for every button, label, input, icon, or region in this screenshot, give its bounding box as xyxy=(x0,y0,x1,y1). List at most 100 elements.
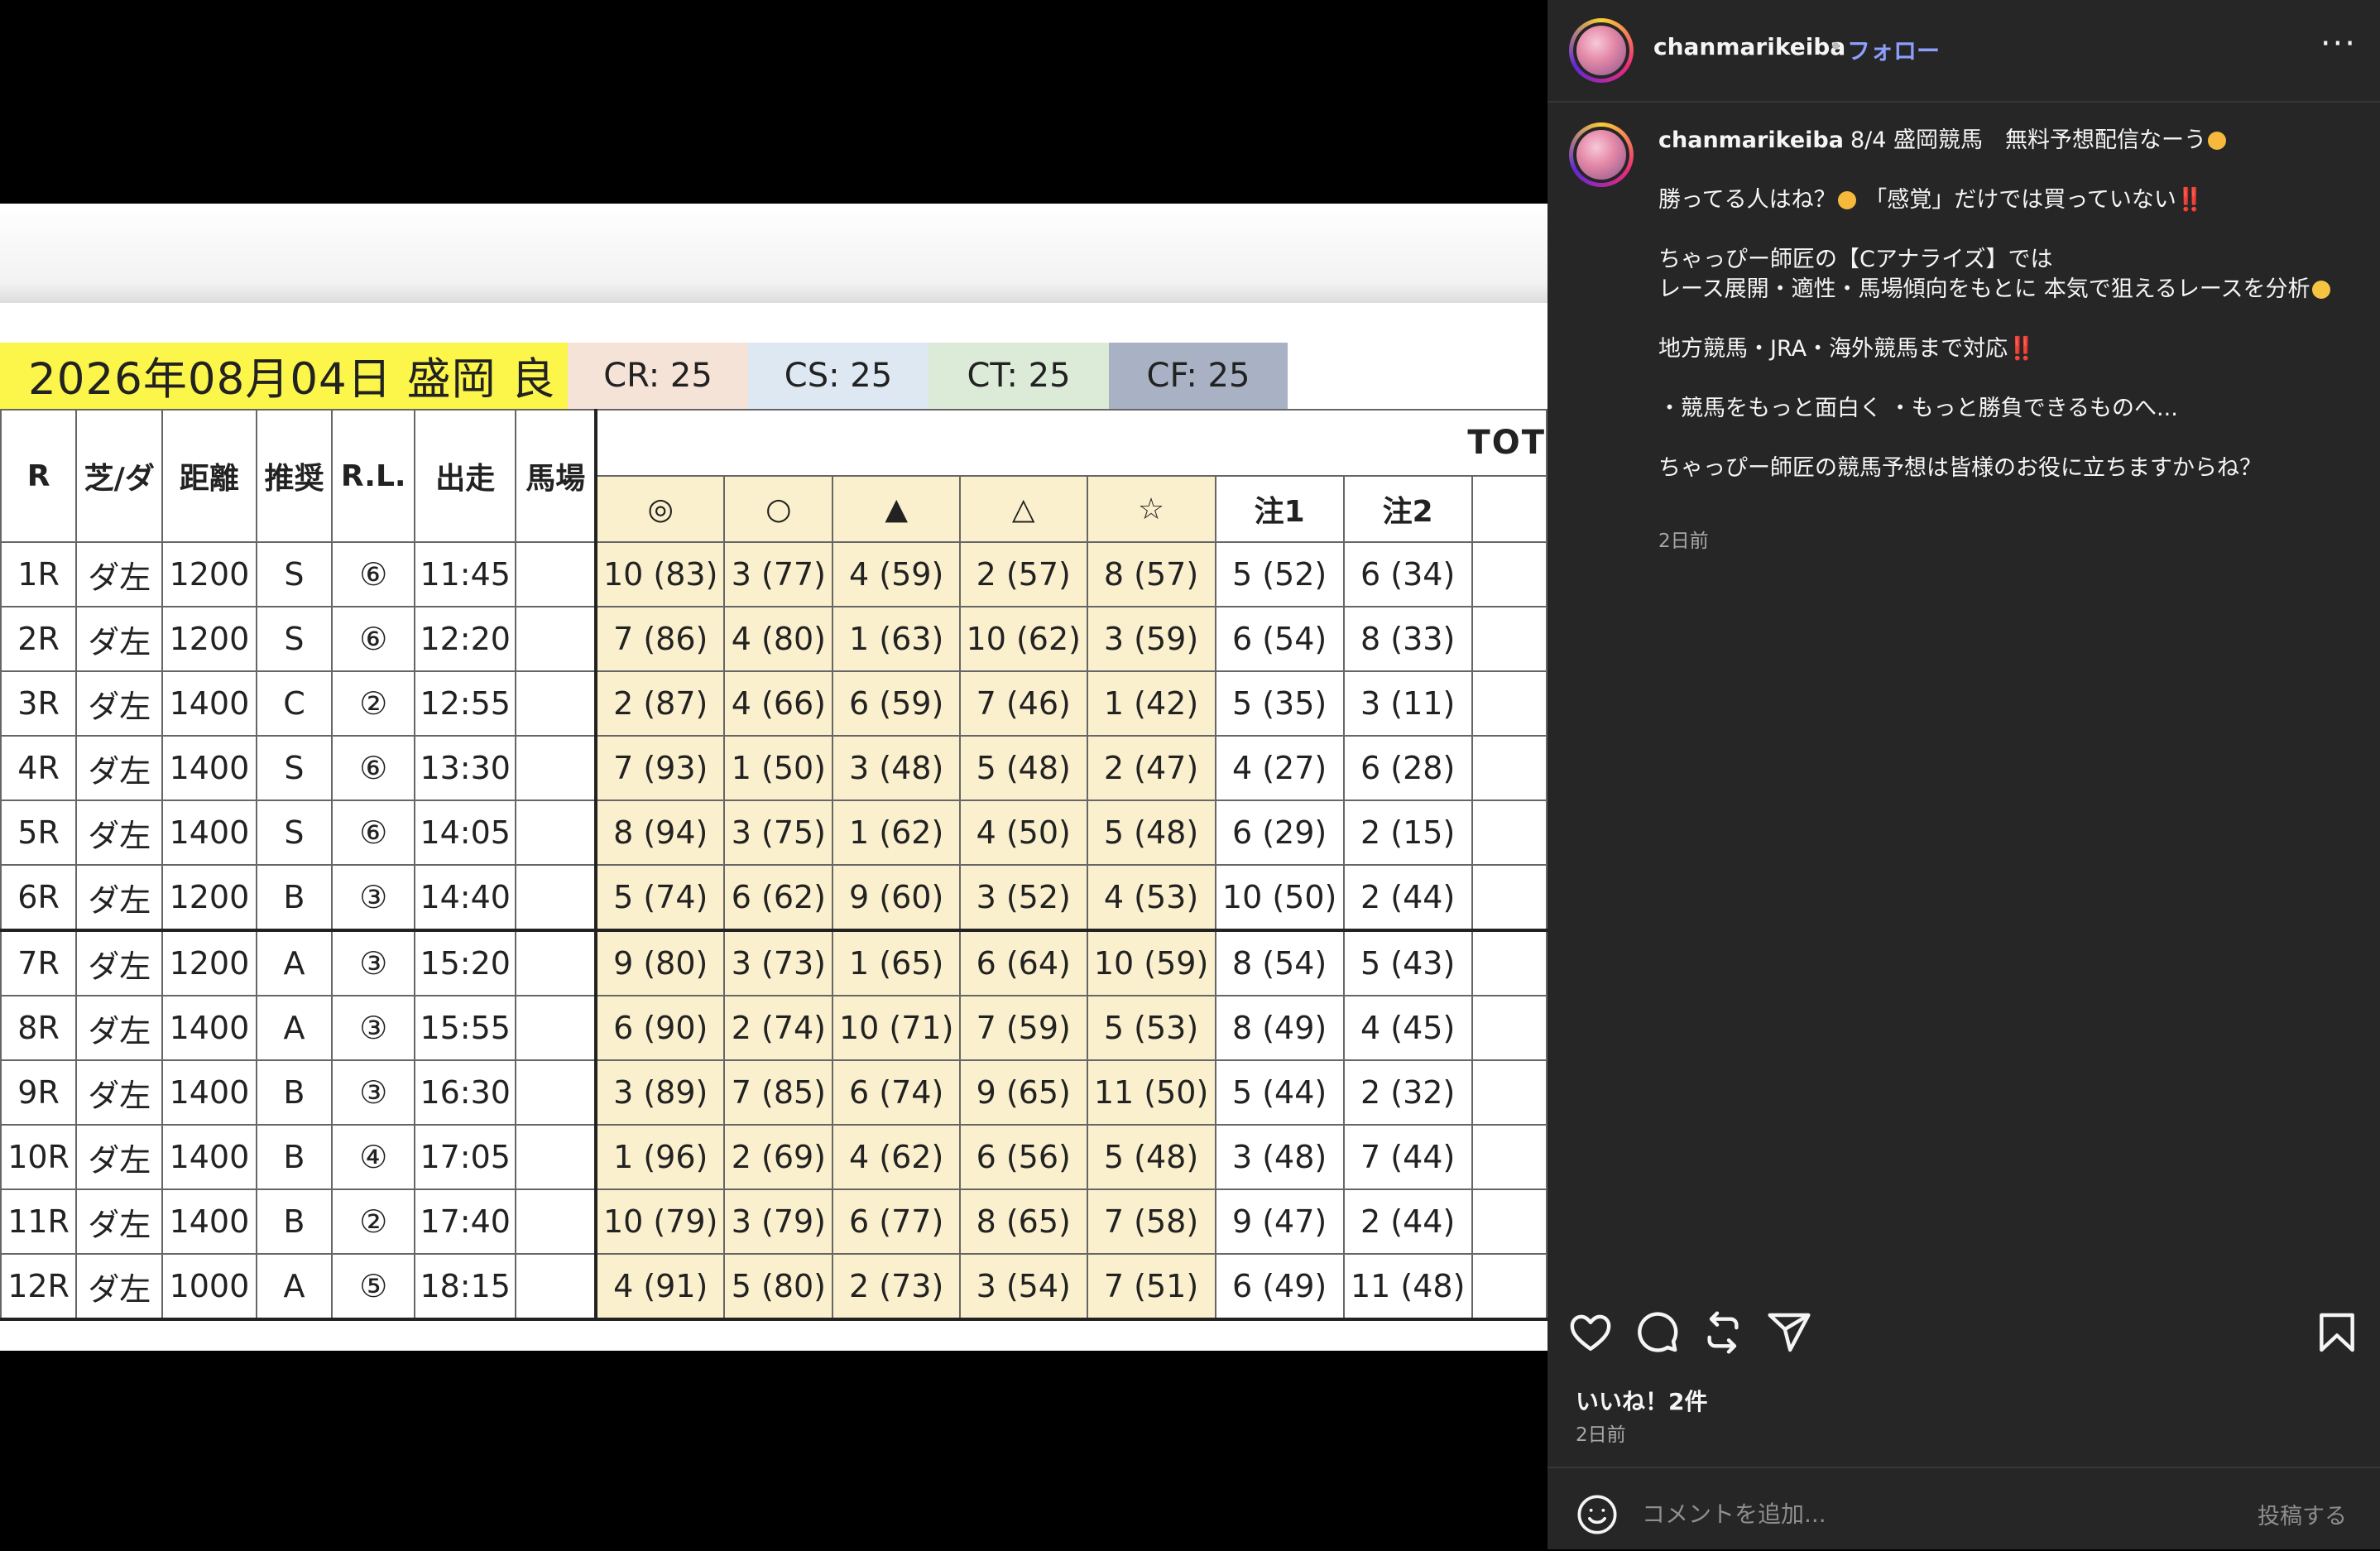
likes-count[interactable]: いいね！2件 xyxy=(1576,1384,1707,1417)
table-cell: 7 (86) xyxy=(594,606,726,672)
table-cell: 6 (62) xyxy=(723,864,834,931)
more-options-icon[interactable]: ··· xyxy=(2320,25,2357,63)
caption-line: ちゃっぴー師匠の競馬予想は皆様のお役に立ちますからね？ xyxy=(1658,455,2262,481)
table-cell: 7 (58) xyxy=(1086,1188,1216,1255)
table-row: 10R ダ左 1400 B ④ 17:05 1 (96) 2 (69) 4 (62) 6 (56)… xyxy=(0,1124,1547,1190)
table-cell xyxy=(515,864,597,931)
table-cell: 2 (15) xyxy=(1342,800,1473,866)
repost-icon[interactable] xyxy=(1700,1309,1746,1356)
caption-line: 「感覚」だけでは買っていない xyxy=(1857,187,2176,213)
table-cell: ④ xyxy=(331,1124,416,1190)
table-cell: 6 (54) xyxy=(1214,606,1345,672)
table-cell: 10 (79) xyxy=(594,1188,726,1255)
table-cell: S xyxy=(255,541,333,607)
table-cell-overflow xyxy=(1471,670,1547,737)
heart-icon[interactable] xyxy=(1567,1309,1614,1356)
caption-line: 8/4 盛岡競馬 無料予想配信なーう xyxy=(1850,127,2206,153)
table-cell: 12:20 xyxy=(414,606,517,672)
table-cell: 9 (65) xyxy=(958,1059,1088,1126)
table-cell: 11 (50) xyxy=(1086,1059,1216,1126)
follow-button[interactable]: フォロー xyxy=(1847,33,1940,66)
table-cell: 16:30 xyxy=(414,1059,517,1126)
bookmark-icon[interactable] xyxy=(2314,1309,2360,1356)
table-row: 7R ダ左 1200 A ③ 15:20 9 (80) 3 (73) 1 (65) 6 (64) 1… xyxy=(0,929,1547,996)
header-username[interactable]: chanmarikeiba xyxy=(1653,33,1845,60)
table-row: 1R ダ左 1200 S ⑥ 11:45 10 (83) 3 (77) 4 (59) 2 (57)… xyxy=(0,541,1547,607)
comment-icon[interactable] xyxy=(1634,1309,1680,1356)
table-cell: ⑥ xyxy=(331,800,416,866)
cat-emoji-icon xyxy=(1837,191,1856,209)
tot-header: TOT xyxy=(594,409,1547,477)
comment-input[interactable] xyxy=(1640,1490,2181,1538)
table-row: 8R ダ左 1400 A ③ 15:55 6 (90) 2 (74) 10 (71) 7 (59)… xyxy=(0,995,1547,1061)
table-cell: 1R xyxy=(0,541,78,607)
table-cell: 4 (91) xyxy=(594,1253,726,1321)
table-cell: 3 (48) xyxy=(832,735,961,801)
table-cell: 4 (80) xyxy=(723,606,834,672)
sub-header: ◎ xyxy=(594,475,726,543)
table-cell: 5 (48) xyxy=(958,735,1088,801)
table-cell: 5 (52) xyxy=(1214,541,1345,607)
table-cell: ダ左 xyxy=(75,1188,164,1255)
table-row: 9R ダ左 1400 B ③ 16:30 3 (89) 7 (85) 6 (74) 9 (65) 1… xyxy=(0,1059,1547,1126)
table-cell: ③ xyxy=(331,929,416,996)
table-cell: 4 (45) xyxy=(1342,995,1473,1061)
table-cell: 1200 xyxy=(161,606,257,672)
table-cell: ダ左 xyxy=(75,1059,164,1126)
share-icon[interactable] xyxy=(1766,1309,1812,1356)
table-cell: 10 (62) xyxy=(958,606,1088,672)
table-cell: 2 (73) xyxy=(832,1253,961,1321)
table-row: 11R ダ左 1400 B ② 17:40 10 (79) 3 (79) 6 (77) 8 (65… xyxy=(0,1188,1547,1255)
table-row: 3R ダ左 1400 C ② 12:55 2 (87) 4 (66) 6 (59) 7 (46) 1… xyxy=(0,670,1547,737)
table-cell: B xyxy=(255,1059,333,1126)
table-cell: 4 (50) xyxy=(958,800,1088,866)
table-cell-overflow xyxy=(1471,1188,1547,1255)
table-cell-overflow xyxy=(1471,735,1547,801)
avatar[interactable] xyxy=(1569,18,1634,83)
table-cell xyxy=(515,606,597,672)
sub-header: ○ xyxy=(723,475,834,543)
caption-username[interactable]: chanmarikeiba xyxy=(1658,127,1844,153)
table-cell: 2 (57) xyxy=(958,541,1088,607)
table-cell: S xyxy=(255,735,333,801)
table-cell: 10 (59) xyxy=(1086,929,1216,996)
emoji-icon[interactable] xyxy=(1576,1493,1619,1536)
caption-avatar[interactable] xyxy=(1569,122,1634,187)
sub-header: ▲ xyxy=(832,475,961,543)
table-cell-overflow xyxy=(1471,541,1547,607)
post-comment-button[interactable]: 投稿する xyxy=(2258,1498,2347,1530)
table-cell: ダ左 xyxy=(75,1253,164,1321)
table-cell xyxy=(515,735,597,801)
table-cell: 9R xyxy=(0,1059,78,1126)
table-cell: 9 (47) xyxy=(1214,1188,1345,1255)
table-cell: 3 (11) xyxy=(1342,670,1473,737)
post-timestamp: 2日前 xyxy=(1576,1424,1626,1446)
post-media[interactable]: 2026年08月04日 盛岡 良 CR: 25 CS: 25 CT: 25 CF… xyxy=(0,0,1547,1549)
table-cell: 4 (62) xyxy=(832,1124,961,1190)
table-cell: 9 (80) xyxy=(594,929,726,996)
table-cell: 8 (54) xyxy=(1214,929,1345,996)
table-cell: B xyxy=(255,864,333,931)
table-cell xyxy=(515,1253,597,1321)
table-cell: 10 (83) xyxy=(594,541,726,607)
table-cell: 10R xyxy=(0,1124,78,1190)
table-cell: 8 (94) xyxy=(594,800,726,866)
table-cell: 2 (87) xyxy=(594,670,726,737)
table-cell xyxy=(515,800,597,866)
table-cell: A xyxy=(255,995,333,1061)
table-cell: 17:05 xyxy=(414,1124,517,1190)
sub-header: 注1 xyxy=(1214,475,1345,543)
table-cell: 1 (65) xyxy=(832,929,961,996)
table-cell: 2R xyxy=(0,606,78,672)
thinking-emoji-icon xyxy=(2311,281,2330,299)
table-cell: 1 (50) xyxy=(723,735,834,801)
table-cell: 8R xyxy=(0,995,78,1061)
caption-line: 勝ってる人はね？ xyxy=(1658,187,1836,213)
table-row: 2R ダ左 1200 S ⑥ 12:20 7 (86) 4 (80) 1 (63) 10 (62)… xyxy=(0,606,1547,672)
post-header: chanmarikeiba • フォロー ··· xyxy=(1547,0,2380,103)
table-cell: 6 (59) xyxy=(832,670,961,737)
table-cell: 6 (90) xyxy=(594,995,726,1061)
table-cell: 1400 xyxy=(161,1124,257,1190)
col-header: 馬場 xyxy=(515,409,597,543)
table-cell: 6 (49) xyxy=(1214,1253,1345,1321)
